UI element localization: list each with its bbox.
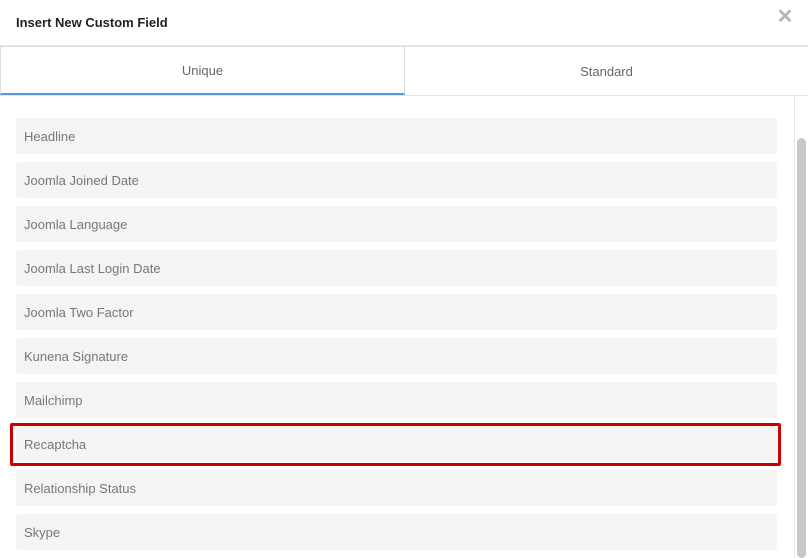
field-type-tabs: Unique Standard bbox=[0, 46, 808, 96]
field-item-headline[interactable]: Headline bbox=[16, 118, 777, 154]
insert-custom-field-dialog: Insert New Custom Field ✕ Unique Standar… bbox=[0, 0, 808, 558]
scrollbar[interactable] bbox=[794, 96, 808, 558]
scrollbar-thumb[interactable] bbox=[797, 138, 806, 558]
tab-standard[interactable]: Standard bbox=[405, 46, 808, 95]
field-item-recaptcha[interactable]: Recaptcha bbox=[16, 426, 777, 462]
field-item-joomla-last-login-date[interactable]: Joomla Last Login Date bbox=[16, 250, 777, 286]
field-item-skype[interactable]: Skype bbox=[16, 514, 777, 550]
tab-unique[interactable]: Unique bbox=[0, 46, 405, 95]
field-item-joomla-two-factor[interactable]: Joomla Two Factor bbox=[16, 294, 777, 330]
close-icon[interactable]: ✕ bbox=[776, 7, 794, 27]
field-item-kunena-signature[interactable]: Kunena Signature bbox=[16, 338, 777, 374]
field-item-joomla-joined-date[interactable]: Joomla Joined Date bbox=[16, 162, 777, 198]
field-item-mailchimp[interactable]: Mailchimp bbox=[16, 382, 777, 418]
field-item-joomla-language[interactable]: Joomla Language bbox=[16, 206, 777, 242]
dialog-header: Insert New Custom Field ✕ bbox=[0, 0, 808, 46]
field-list: Headline Joomla Joined Date Joomla Langu… bbox=[0, 96, 794, 558]
dialog-title: Insert New Custom Field bbox=[16, 15, 168, 30]
field-item-relationship-status[interactable]: Relationship Status bbox=[16, 470, 777, 506]
